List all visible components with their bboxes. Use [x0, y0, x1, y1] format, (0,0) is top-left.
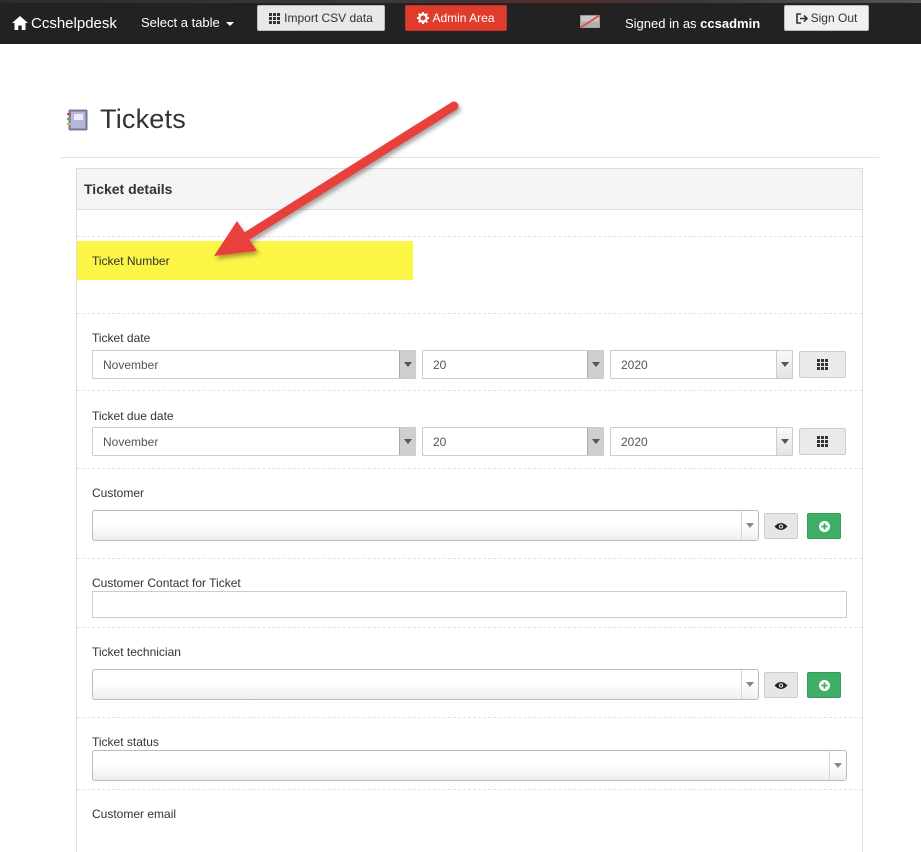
- address-book-icon: [67, 109, 88, 130]
- select-table-dropdown[interactable]: Select a table: [141, 15, 234, 30]
- technician-add-button[interactable]: [807, 672, 841, 698]
- plus-circle-icon: [818, 520, 830, 532]
- ticket-due-date-label: Ticket due date: [92, 409, 174, 423]
- select-table-label: Select a table: [141, 15, 220, 30]
- row-divider: [77, 390, 862, 391]
- page-title: Tickets: [100, 104, 186, 134]
- brand-name: Ccshelpdesk: [31, 14, 117, 32]
- chevron-down-icon: [829, 751, 846, 780]
- ticket-technician-select[interactable]: [92, 669, 759, 700]
- ticket-date-year-select[interactable]: 2020: [610, 350, 793, 379]
- ticket-details-panel: Ticket details Ticket Number Ticket date…: [76, 168, 863, 852]
- caret-down-icon: [225, 21, 234, 26]
- navbar-top-strip: [0, 0, 921, 3]
- customer-contact-label: Customer Contact for Ticket: [92, 576, 241, 590]
- signed-in-username: ccsadmin: [700, 16, 761, 31]
- chevron-down-icon: [776, 428, 792, 455]
- ticket-due-date-month-select[interactable]: November: [92, 427, 416, 456]
- ticket-date-day-select[interactable]: 20: [422, 350, 604, 379]
- import-csv-label: Import CSV data: [284, 11, 373, 25]
- sign-out-label: Sign Out: [810, 11, 858, 25]
- row-divider: [77, 717, 862, 718]
- ticket-technician-label: Ticket technician: [92, 645, 181, 659]
- ticket-due-date-calendar-button[interactable]: [799, 428, 846, 455]
- signed-in-prefix: Signed in as: [625, 16, 701, 31]
- customer-view-button[interactable]: [764, 513, 798, 539]
- ticket-date-calendar-button[interactable]: [799, 351, 846, 378]
- row-divider: [77, 313, 862, 314]
- ticket-date-day-value: 20: [433, 358, 447, 372]
- ticket-due-date-year-select[interactable]: 2020: [610, 427, 793, 456]
- home-icon: [12, 16, 28, 30]
- ticket-due-date-day-value: 20: [433, 435, 447, 449]
- ticket-status-select[interactable]: [92, 750, 847, 781]
- eye-icon: [774, 522, 788, 530]
- customer-label: Customer: [92, 486, 145, 500]
- customer-email-label: Customer email: [92, 807, 177, 821]
- gear-icon: [417, 12, 430, 24]
- top-navbar: Ccshelpdesk Select a table Import CSV da…: [0, 0, 921, 44]
- ticket-status-label: Ticket status: [92, 735, 159, 749]
- chevron-down-icon: [741, 511, 758, 540]
- ticket-date-label: Ticket date: [92, 331, 151, 345]
- sign-out-icon: [795, 12, 808, 24]
- admin-area-label: Admin Area: [432, 11, 495, 25]
- ticket-date-year-value: 2020: [621, 358, 648, 372]
- customer-add-button[interactable]: [807, 513, 841, 539]
- chevron-down-icon: [741, 670, 758, 699]
- ticket-due-date-year-value: 2020: [621, 435, 648, 449]
- row-divider: [77, 236, 862, 237]
- chevron-down-icon: [587, 428, 603, 455]
- chevron-down-icon: [399, 428, 415, 455]
- calendar-grid-icon: [817, 436, 828, 447]
- ticket-number-label: Ticket Number: [92, 254, 170, 268]
- technician-view-button[interactable]: [764, 672, 798, 698]
- ticket-due-date-month-value: November: [103, 435, 159, 449]
- brand-link[interactable]: Ccshelpdesk: [12, 13, 117, 33]
- ticket-date-month-value: November: [103, 358, 159, 372]
- eye-icon: [774, 681, 788, 689]
- row-divider: [77, 468, 862, 469]
- sign-out-button[interactable]: Sign Out: [784, 5, 869, 31]
- page-header: Tickets: [66, 104, 186, 135]
- chevron-down-icon: [776, 351, 792, 378]
- language-flag-icon[interactable]: [580, 15, 600, 28]
- customer-select[interactable]: [92, 510, 759, 541]
- ticket-number-highlight: Ticket Number: [77, 241, 413, 280]
- chevron-down-icon: [399, 351, 415, 378]
- calendar-grid-icon: [817, 359, 828, 370]
- ticket-due-date-day-select[interactable]: 20: [422, 427, 604, 456]
- row-divider: [77, 558, 862, 559]
- grid-icon: [269, 12, 281, 24]
- import-csv-button[interactable]: Import CSV data: [257, 5, 385, 31]
- ticket-date-month-select[interactable]: November: [92, 350, 416, 379]
- customer-contact-input[interactable]: [92, 591, 847, 618]
- plus-circle-icon: [818, 679, 830, 691]
- chevron-down-icon: [587, 351, 603, 378]
- row-divider: [77, 627, 862, 628]
- admin-area-button[interactable]: Admin Area: [405, 5, 507, 31]
- panel-heading: Ticket details: [77, 169, 862, 210]
- signed-in-status: Signed in as ccsadmin: [625, 16, 760, 31]
- header-divider: [61, 157, 879, 158]
- row-divider: [77, 789, 862, 790]
